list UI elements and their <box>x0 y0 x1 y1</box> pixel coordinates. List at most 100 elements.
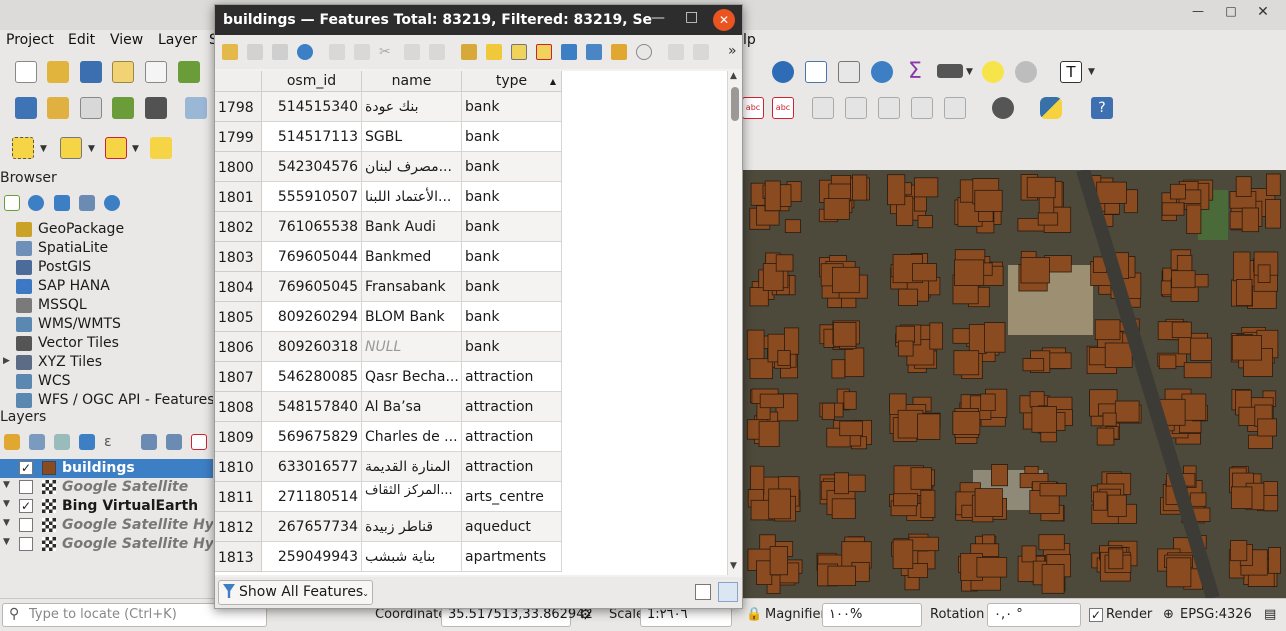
toolbar-overflow-icon[interactable]: » <box>728 43 737 59</box>
row-number[interactable]: 1805 <box>215 302 262 332</box>
multi-edit-icon[interactable] <box>247 44 263 60</box>
magnifier-field[interactable]: ١٠٠% <box>822 603 922 627</box>
cell-osm-id[interactable]: 267657734 <box>262 512 362 542</box>
locator-icon[interactable] <box>1015 61 1037 83</box>
cell-type[interactable]: attraction <box>462 452 562 482</box>
print-layout-icon[interactable] <box>145 61 167 83</box>
browser-item[interactable]: Vector Tiles <box>0 334 213 353</box>
cell-type[interactable]: bank <box>462 92 562 122</box>
table-row[interactable]: 1805 809260294 BLOM Bank bank <box>215 302 727 332</box>
row-number[interactable]: 1809 <box>215 422 262 452</box>
cell-type[interactable]: bank <box>462 182 562 212</box>
show-hide-labels-icon[interactable] <box>845 97 867 119</box>
close-icon[interactable]: ✕ <box>713 9 735 31</box>
menu-help[interactable]: lp <box>743 32 756 48</box>
cell-name[interactable]: بناية شبشب <box>362 542 462 572</box>
statistics-icon[interactable] <box>838 61 860 83</box>
cell-type[interactable]: bank <box>462 122 562 152</box>
cell-type[interactable]: attraction <box>462 392 562 422</box>
select-by-value-icon[interactable] <box>60 137 82 159</box>
cell-type[interactable]: aqueduct <box>462 512 562 542</box>
cell-osm-id[interactable]: 809260318 <box>262 332 362 362</box>
table-row[interactable]: 1807 546280085 Qasr Becha... attraction <box>215 362 727 392</box>
add-spatialite-icon[interactable] <box>112 97 134 119</box>
cell-name[interactable]: Qasr Becha... <box>362 362 462 392</box>
cell-name[interactable]: Charles de ... <box>362 422 462 452</box>
table-row[interactable]: 1806 809260318 NULL bank <box>215 332 727 362</box>
add-raster-layer-icon[interactable] <box>47 97 69 119</box>
menu-view[interactable]: View <box>110 32 143 48</box>
table-row[interactable]: 1803 769605044 Bankmed bank <box>215 242 727 272</box>
layer-visibility-checkbox[interactable] <box>19 537 33 551</box>
cell-name[interactable]: المنارة القديمة <box>362 452 462 482</box>
table-row[interactable]: 1798 514515340 بنك عودة bank <box>215 92 727 122</box>
column-header-osm-id[interactable]: osm_id <box>262 71 362 92</box>
map-tips-icon[interactable] <box>982 61 1004 83</box>
select-location-icon[interactable] <box>150 137 172 159</box>
label-toolbar-icon[interactable]: abc <box>772 97 794 119</box>
minimize-icon[interactable]: — <box>651 10 665 26</box>
paste-icon[interactable] <box>429 44 445 60</box>
vertical-scrollbar[interactable]: ▲ ▼ <box>727 71 742 575</box>
expand-arrow-icon[interactable]: ▼ <box>3 537 10 547</box>
delete-field-icon[interactable] <box>693 44 709 60</box>
expand-arrow-icon[interactable]: ▶ <box>3 356 10 366</box>
close-icon[interactable]: ✕ <box>1253 4 1273 20</box>
scrollbar-thumb[interactable] <box>731 87 739 121</box>
zoom-to-selected-icon[interactable] <box>636 44 652 60</box>
cell-type[interactable]: arts_centre <box>462 482 562 512</box>
save-project-icon[interactable] <box>80 61 102 83</box>
cell-type[interactable]: bank <box>462 302 562 332</box>
reload-icon[interactable] <box>297 44 313 60</box>
render-checkbox[interactable]: ✓ <box>1089 608 1103 622</box>
cell-osm-id[interactable]: 769605045 <box>262 272 362 302</box>
cell-type[interactable]: attraction <box>462 362 562 392</box>
table-row[interactable]: 1809 569675829 Charles de ... attraction <box>215 422 727 452</box>
cell-name[interactable]: Al Ba’sa <box>362 392 462 422</box>
table-row[interactable]: 1808 548157840 Al Ba’sa attraction <box>215 392 727 422</box>
layer-styling-icon[interactable] <box>4 434 20 450</box>
processing-icon[interactable] <box>871 61 893 83</box>
cell-type[interactable]: attraction <box>462 422 562 452</box>
chevron-down-icon[interactable]: ▼ <box>132 144 139 154</box>
cell-osm-id[interactable]: 546280085 <box>262 362 362 392</box>
menu-layer[interactable]: Layer <box>158 32 197 48</box>
pan-to-selected-icon[interactable] <box>611 44 627 60</box>
new-field-icon[interactable] <box>668 44 684 60</box>
extents-toggle-icon[interactable]: ⚙ <box>579 607 592 623</box>
layer-visibility-checkbox[interactable]: ✓ <box>19 461 33 475</box>
add-group-icon[interactable] <box>29 434 45 450</box>
add-selected-icon[interactable] <box>4 195 20 211</box>
add-wms-icon[interactable] <box>185 97 207 119</box>
layer-item[interactable]: ▼ Google Satellite Hybrid <box>0 535 213 554</box>
info-icon[interactable] <box>104 195 120 211</box>
cell-name[interactable]: قناطر زبيدة <box>362 512 462 542</box>
cell-osm-id[interactable]: 769605044 <box>262 242 362 272</box>
row-number[interactable]: 1799 <box>215 122 262 152</box>
expand-arrow-icon[interactable]: ▼ <box>3 499 10 509</box>
layer-item[interactable]: ▼ Google Satellite Hybrid <box>0 516 213 535</box>
delete-feature-icon[interactable] <box>354 44 370 60</box>
move-selection-top-icon[interactable] <box>586 44 602 60</box>
maximize-icon[interactable]: □ <box>1221 4 1241 18</box>
add-virtual-layer-icon[interactable] <box>145 97 167 119</box>
save-as-icon[interactable] <box>112 61 134 83</box>
cell-osm-id[interactable]: 555910507 <box>262 182 362 212</box>
cell-osm-id[interactable]: 569675829 <box>262 422 362 452</box>
table-row[interactable]: 1799 514517113 SGBL bank <box>215 122 727 152</box>
cell-osm-id[interactable]: 809260294 <box>262 302 362 332</box>
layer-item[interactable]: ▼ ✓ Bing VirtualEarth <box>0 497 213 516</box>
layer-visibility-checkbox[interactable]: ✓ <box>19 499 33 513</box>
corner-header[interactable] <box>215 71 262 92</box>
cell-osm-id[interactable]: 548157840 <box>262 392 362 422</box>
select-all-icon[interactable] <box>486 44 502 60</box>
table-view-icon[interactable] <box>718 582 738 602</box>
browser-item[interactable]: SAP HANA <box>0 277 213 296</box>
save-edits-icon[interactable] <box>272 44 288 60</box>
crs-icon[interactable]: ⊕ <box>1163 607 1174 622</box>
row-number[interactable]: 1812 <box>215 512 262 542</box>
cell-type[interactable]: bank <box>462 272 562 302</box>
cell-name[interactable]: SGBL <box>362 122 462 152</box>
collapse-all-icon[interactable] <box>79 195 95 211</box>
pin-labels-icon[interactable] <box>812 97 834 119</box>
